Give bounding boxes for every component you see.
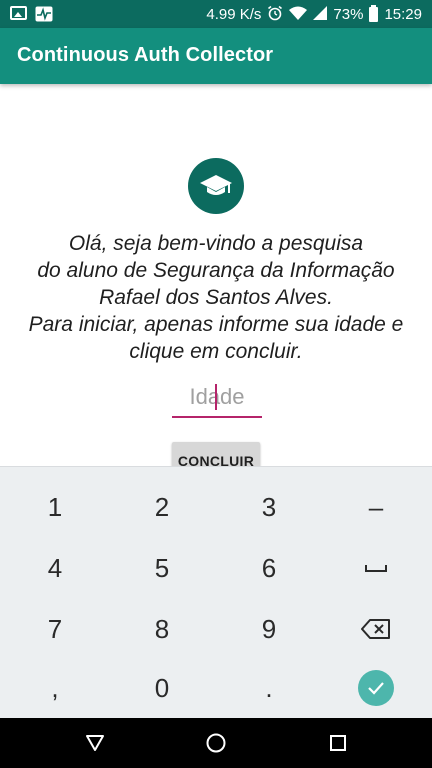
welcome-line: do aluno de Segurança da Informação <box>37 259 395 282</box>
main-content: Olá, seja bem-vindo a pesquisa do aluno … <box>0 84 432 480</box>
graduation-cap-icon <box>188 158 244 214</box>
welcome-message: Olá, seja bem-vindo a pesquisa do aluno … <box>10 230 422 365</box>
app-bar: Continuous Auth Collector <box>0 28 432 84</box>
back-icon[interactable] <box>83 731 107 755</box>
alarm-icon <box>267 5 283 24</box>
key-2[interactable]: 2 <box>112 479 212 535</box>
key-minus[interactable]: – <box>326 479 426 535</box>
key-comma[interactable]: , <box>5 660 105 716</box>
key-backspace[interactable] <box>326 601 426 657</box>
text-cursor <box>215 384 217 410</box>
age-field-wrapper <box>172 380 262 420</box>
key-done[interactable] <box>326 660 426 716</box>
recents-icon[interactable] <box>326 731 350 755</box>
numeric-keyboard: 1 2 3 – 4 5 6 7 8 9 , 0 . <box>0 466 432 718</box>
backspace-icon <box>361 619 390 639</box>
key-space[interactable] <box>326 540 426 596</box>
clock: 15:29 <box>384 5 422 23</box>
key-7[interactable]: 7 <box>5 601 105 657</box>
battery-icon <box>369 5 379 22</box>
key-0[interactable]: 0 <box>112 660 212 716</box>
status-bar: 4.99 K/s 73% 15:29 <box>0 0 432 28</box>
welcome-line: Rafael dos Santos Alves. <box>99 286 333 309</box>
navigation-bar <box>0 718 432 768</box>
welcome-line: Para iniciar, apenas informe sua idade e <box>28 313 404 336</box>
age-input-underline <box>172 416 262 418</box>
age-input[interactable] <box>172 380 262 414</box>
image-icon <box>10 6 27 20</box>
app-title: Continuous Auth Collector <box>17 44 274 66</box>
key-4[interactable]: 4 <box>5 540 105 596</box>
key-8[interactable]: 8 <box>112 601 212 657</box>
space-icon <box>365 565 387 572</box>
done-button[interactable] <box>358 670 394 706</box>
key-5[interactable]: 5 <box>112 540 212 596</box>
key-3[interactable]: 3 <box>219 479 319 535</box>
check-icon <box>368 682 384 695</box>
key-9[interactable]: 9 <box>219 601 319 657</box>
key-6[interactable]: 6 <box>219 540 319 596</box>
signal-icon <box>313 6 328 23</box>
key-period[interactable]: . <box>219 660 319 716</box>
welcome-line: clique em concluir. <box>129 340 303 363</box>
welcome-line: Olá, seja bem-vindo a pesquisa <box>68 232 364 255</box>
key-1[interactable]: 1 <box>5 479 105 535</box>
battery-percent: 73% <box>333 5 364 23</box>
pulse-icon <box>35 6 53 25</box>
home-icon[interactable] <box>204 731 228 755</box>
network-speed: 4.99 K/s <box>206 5 262 23</box>
wifi-icon <box>289 6 308 23</box>
app-screen: 4.99 K/s 73% 15:29 Continuous Auth Colle… <box>0 0 432 768</box>
